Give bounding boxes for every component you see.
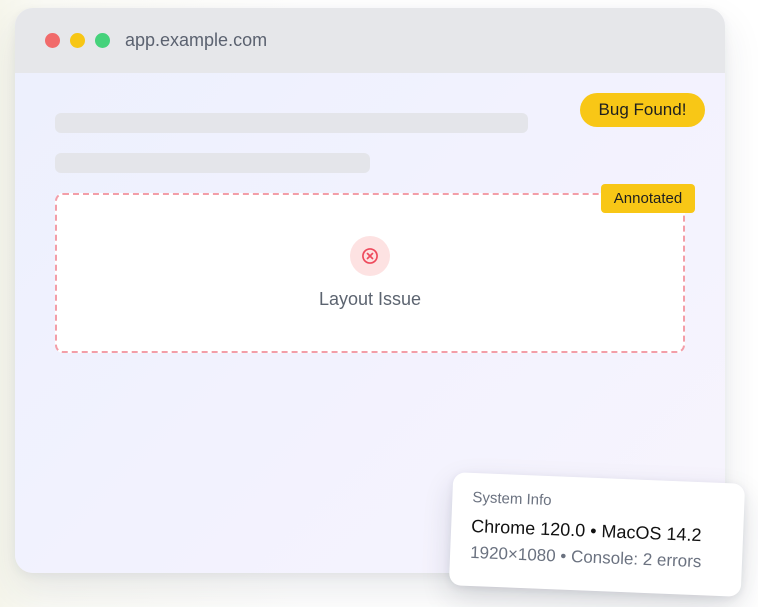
system-info-title: System Info xyxy=(472,488,552,510)
minimize-window-button[interactable] xyxy=(70,33,85,48)
close-window-button[interactable] xyxy=(45,33,60,48)
x-circle-icon xyxy=(362,248,378,264)
browser-titlebar: app.example.com xyxy=(15,8,725,73)
address-bar-url[interactable]: app.example.com xyxy=(125,30,267,51)
screen-console-info: 1920×1080 • Console: 2 errors xyxy=(469,542,702,572)
annotated-tag: Annotated xyxy=(601,184,695,213)
browser-os-info: Chrome 120.0 • MacOS 14.2 xyxy=(470,515,702,546)
content-placeholder-line xyxy=(55,153,370,173)
layout-issue-label: Layout Issue xyxy=(318,289,422,309)
bug-found-badge: Bug Found! xyxy=(580,93,705,127)
content-placeholder-line xyxy=(55,113,528,133)
system-info-card: System Info Chrome 120.0 • MacOS 14.2 19… xyxy=(448,472,746,597)
error-icon-wrapper xyxy=(350,236,390,276)
maximize-window-button[interactable] xyxy=(95,33,110,48)
